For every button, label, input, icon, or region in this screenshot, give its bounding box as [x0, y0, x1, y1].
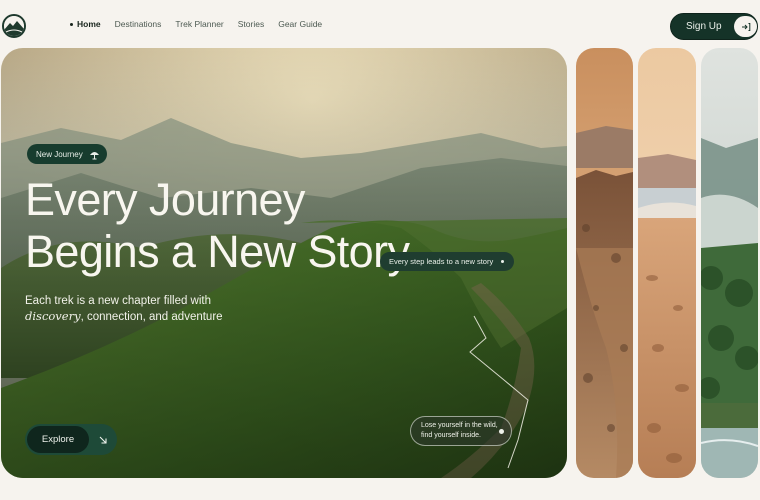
callout-bottom-line-1: Lose yourself in the wild, — [421, 422, 498, 429]
nav-item-destinations[interactable]: Destinations — [115, 19, 162, 29]
sign-up-button[interactable]: Sign Up — [670, 13, 758, 40]
callout-bottom-dot — [499, 429, 504, 434]
callout-top-dot — [501, 260, 505, 263]
hero-headline: Every Journey Begins a New Story — [25, 174, 410, 278]
explore-button[interactable]: Explore — [25, 424, 117, 455]
main-nav: Home Destinations Trek Planner Stories G… — [70, 19, 322, 29]
explore-label: Explore — [27, 426, 89, 453]
misty-forest-panel[interactable] — [701, 48, 758, 478]
sign-in-arrow-icon — [734, 16, 757, 37]
beach-sunset-panel[interactable] — [638, 48, 696, 478]
subtext-rest: , connection, and adventure — [80, 311, 223, 323]
callout-top-text: Every step leads to a new story — [389, 257, 494, 266]
beach-sunset-image — [638, 48, 696, 478]
headline-line-1: Every Journey — [25, 174, 305, 225]
sign-up-label: Sign Up — [686, 21, 722, 32]
callout-bottom-line-2: find yourself inside. — [421, 432, 481, 439]
trail-callout-top: Every step leads to a new story — [380, 252, 515, 271]
hero-subtext: Each trek is a new chapter filled with d… — [25, 294, 223, 325]
nav-item-trek-planner[interactable]: Trek Planner — [175, 19, 223, 29]
brand-logo[interactable] — [2, 14, 26, 38]
nav-item-home[interactable]: Home — [70, 19, 101, 29]
rocky-ridge-panel[interactable] — [576, 48, 633, 478]
nav-item-stories[interactable]: Stories — [238, 19, 264, 29]
trail-callout-bottom: Lose yourself in the wild, find yourself… — [410, 416, 512, 446]
subtext-line-1: Each trek is a new chapter filled with — [25, 295, 212, 307]
tag-label: New Journey — [36, 149, 83, 159]
rocky-ridge-image — [576, 48, 633, 478]
new-journey-tag[interactable]: New Journey — [27, 144, 107, 164]
headline-line-2: Begins a New Story — [25, 226, 410, 277]
mountain-logo-icon — [4, 16, 24, 36]
arrow-down-right-icon — [91, 435, 115, 445]
nav-item-gear-guide[interactable]: Gear Guide — [278, 19, 322, 29]
subtext-emphasis: discovery — [25, 309, 81, 323]
trail-connector-line — [469, 315, 529, 469]
hiker-icon — [89, 148, 101, 160]
misty-forest-river-image — [701, 48, 758, 478]
hero-card: New Journey Every Journey Begins a New S… — [1, 48, 567, 478]
